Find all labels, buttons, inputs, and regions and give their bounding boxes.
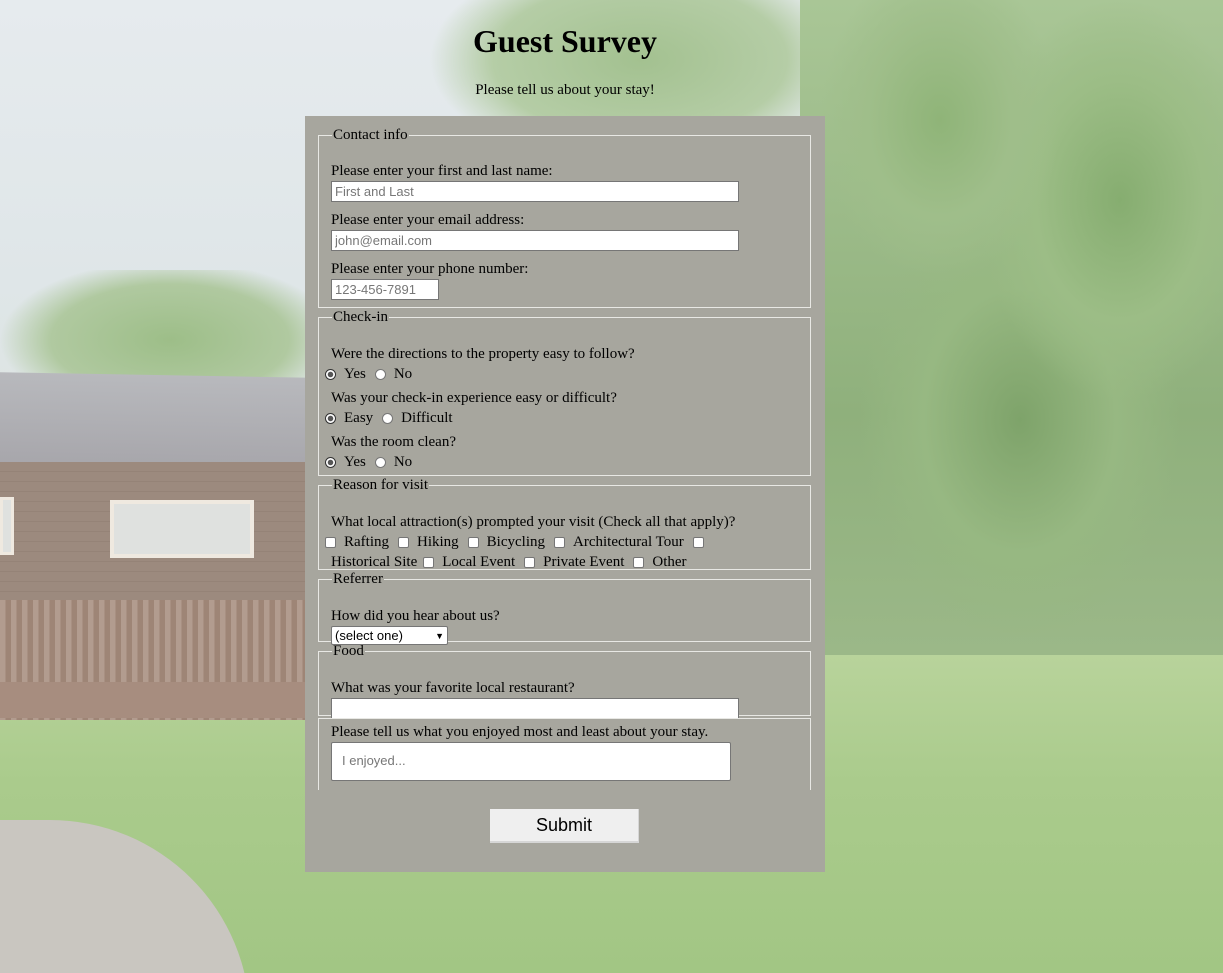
restaurant-input[interactable] [331, 698, 739, 719]
name-label: Please enter your first and last name: [331, 163, 553, 179]
other-checkbox[interactable] [633, 557, 645, 568]
room-no-label: No [393, 454, 413, 470]
other-label: Other [652, 554, 687, 570]
directions-yes-label: Yes [344, 366, 366, 382]
room-no-radio[interactable] [374, 457, 386, 468]
historical-site-checkbox[interactable] [692, 537, 704, 548]
reason-options-row2: Historical Site Local Event Private Even… [331, 554, 693, 571]
contact-fieldset: Contact info Please enter your first and… [318, 128, 811, 308]
email-input[interactable] [331, 230, 739, 251]
checkin-legend: Check-in [333, 309, 388, 325]
checkin-options: Easy Difficult [322, 410, 459, 427]
reason-question: What local attraction(s) prompted your v… [331, 514, 736, 530]
historical-site-label: Historical Site [331, 554, 418, 570]
private-event-label: Private Event [543, 554, 625, 570]
checkin-question: Was your check-in experience easy or dif… [331, 390, 617, 406]
feedback-fieldset: Please tell us what you enjoyed most and… [318, 718, 811, 790]
chevron-down-icon: ▼ [435, 630, 444, 641]
checkin-easy-radio[interactable] [325, 413, 336, 424]
food-question: What was your favorite local restaurant? [331, 680, 575, 696]
food-fieldset: Food What was your favorite local restau… [318, 643, 811, 719]
page-title: Guest Survey [473, 23, 657, 59]
directions-no-label: No [393, 366, 413, 382]
room-options: Yes No [322, 454, 418, 471]
submit-button[interactable]: Submit [490, 809, 639, 843]
room-yes-label: Yes [344, 454, 366, 470]
bicycling-checkbox[interactable] [467, 537, 479, 548]
directions-no-radio[interactable] [374, 369, 386, 380]
phone-input[interactable] [331, 279, 439, 300]
checkin-difficult-radio[interactable] [382, 413, 394, 424]
referrer-legend: Referrer [333, 571, 383, 587]
bicycling-label: Bicycling [486, 534, 545, 550]
phone-label: Please enter your phone number: [331, 261, 529, 277]
room-question: Was the room clean? [331, 434, 456, 450]
page-subtitle: Please tell us about your stay! [475, 82, 655, 98]
survey-form: Contact info Please enter your first and… [305, 116, 825, 872]
checkin-easy-label: Easy [344, 410, 374, 426]
referrer-question: How did you hear about us? [331, 608, 500, 624]
private-event-checkbox[interactable] [524, 557, 536, 568]
directions-options: Yes No [322, 366, 418, 383]
checkin-difficult-label: Difficult [401, 410, 453, 426]
room-yes-radio[interactable] [325, 457, 336, 468]
food-legend: Food [333, 643, 364, 659]
local-event-label: Local Event [442, 554, 516, 570]
reason-options-row1: Rafting Hiking Bicycling Architectural T… [322, 534, 712, 551]
hiking-label: Hiking [417, 534, 459, 550]
directions-question: Were the directions to the property easy… [331, 346, 635, 362]
referrer-select-value: (select one) [335, 628, 403, 643]
directions-yes-radio[interactable] [325, 369, 336, 380]
feedback-textarea[interactable] [331, 742, 731, 781]
reason-legend: Reason for visit [333, 477, 428, 493]
referrer-fieldset: Referrer How did you hear about us? (sel… [318, 571, 811, 645]
architectural-tour-label: Architectural Tour [573, 534, 684, 550]
checkin-fieldset: Check-in Were the directions to the prop… [318, 310, 811, 476]
hiking-checkbox[interactable] [398, 537, 409, 548]
feedback-question: Please tell us what you enjoyed most and… [331, 724, 709, 740]
email-label: Please enter your email address: [331, 212, 525, 228]
reason-fieldset: Reason for visit What local attraction(s… [318, 478, 811, 570]
architectural-tour-checkbox[interactable] [554, 537, 565, 548]
rafting-label: Rafting [344, 534, 389, 550]
local-event-checkbox[interactable] [423, 557, 435, 568]
contact-legend: Contact info [333, 127, 408, 143]
name-input[interactable] [331, 181, 739, 202]
rafting-checkbox[interactable] [325, 537, 336, 548]
